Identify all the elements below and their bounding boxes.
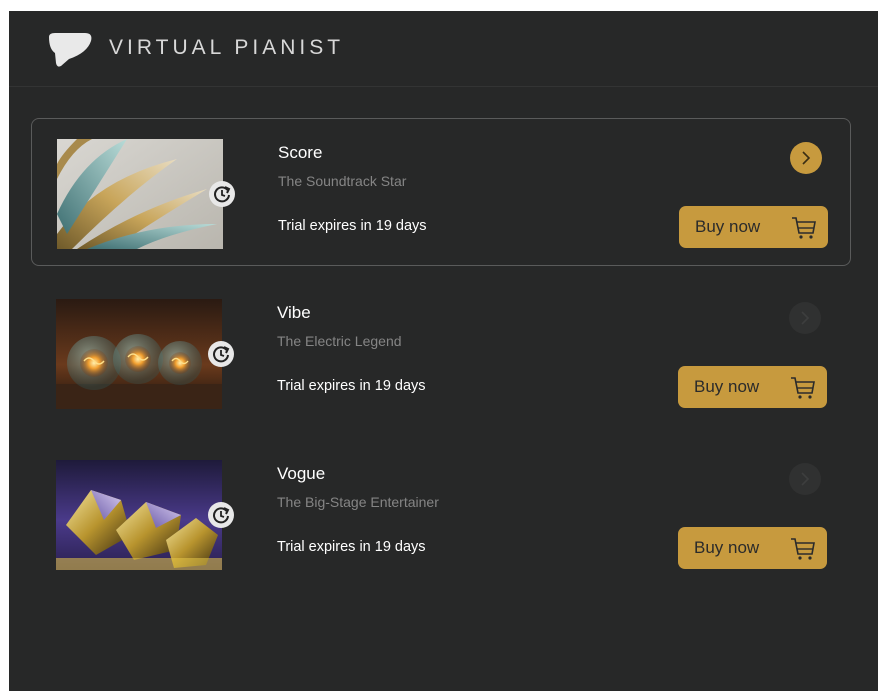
buy-now-button[interactable]: Buy now bbox=[678, 527, 827, 569]
gold-petals-image bbox=[57, 139, 223, 249]
chevron-right-icon bbox=[801, 311, 810, 325]
chevron-right-icon bbox=[801, 472, 810, 486]
trial-clock-icon bbox=[209, 181, 235, 207]
app-window: VIRTUAL PIANIST Score The Soundtrack Sta… bbox=[9, 11, 878, 691]
cart-icon bbox=[792, 217, 816, 239]
trial-clock-icon bbox=[208, 502, 234, 528]
product-card-vibe[interactable]: Vibe The Electric Legend Trial expires i… bbox=[31, 279, 851, 427]
buy-now-button[interactable]: Buy now bbox=[678, 366, 827, 408]
open-product-button[interactable] bbox=[789, 302, 821, 334]
trial-clock-icon bbox=[208, 341, 234, 367]
buy-now-label: Buy now bbox=[694, 538, 760, 557]
cart-icon bbox=[791, 377, 815, 399]
crystal-gems-image bbox=[56, 460, 222, 570]
buy-now-button[interactable]: Buy now bbox=[679, 206, 828, 248]
app-brand: VIRTUAL PIANIST bbox=[109, 36, 345, 59]
open-product-button[interactable] bbox=[790, 142, 822, 174]
buy-now-label: Buy now bbox=[695, 217, 761, 236]
glowing-bulbs-image bbox=[56, 299, 222, 409]
product-name: Vogue bbox=[277, 464, 326, 483]
piano-logo-icon bbox=[47, 33, 93, 67]
cart-icon bbox=[791, 538, 815, 560]
trial-status: Trial expires in 19 days bbox=[278, 218, 427, 234]
product-card-score[interactable]: Score The Soundtrack Star Trial expires … bbox=[31, 118, 851, 266]
trial-status: Trial expires in 19 days bbox=[277, 539, 426, 555]
product-card-vogue[interactable]: Vogue The Big-Stage Entertainer Trial ex… bbox=[31, 440, 851, 588]
trial-status: Trial expires in 19 days bbox=[277, 378, 426, 394]
product-subtitle: The Electric Legend bbox=[277, 333, 402, 349]
buy-now-label: Buy now bbox=[694, 377, 760, 396]
chevron-right-icon bbox=[802, 151, 811, 165]
product-subtitle: The Soundtrack Star bbox=[278, 173, 407, 189]
product-name: Vibe bbox=[277, 303, 311, 322]
app-header: VIRTUAL PIANIST bbox=[9, 11, 878, 87]
product-name: Score bbox=[278, 143, 323, 162]
product-subtitle: The Big-Stage Entertainer bbox=[277, 494, 439, 510]
open-product-button[interactable] bbox=[789, 463, 821, 495]
